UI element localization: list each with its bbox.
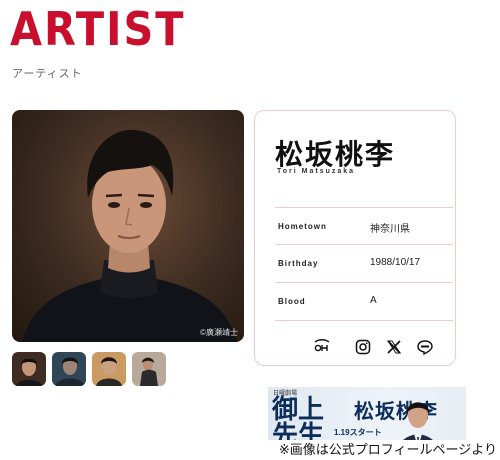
banner-date: 1.19スタート [334,428,382,437]
profile-row-hometown: Hometown 神奈川県 [275,207,453,245]
profile-row-blood: Blood A [275,283,453,321]
thumbnail-4[interactable] [132,352,166,386]
thumbnail-image [52,352,86,386]
instagram-icon[interactable] [355,339,371,355]
thumbnail-1[interactable] [12,352,46,386]
fanclub-icon[interactable] [313,339,330,355]
thumbnail-3[interactable] [92,352,126,386]
x-icon[interactable] [386,339,402,355]
row-value: A [370,295,377,306]
row-label: Blood [278,297,306,306]
thumbnail-image [132,352,166,386]
thumbnail-image [12,352,46,386]
page-title: ARTIST [10,2,186,56]
image-source-caption: ※画像は公式プロフィールページより [205,440,500,460]
profile-card: 松坂桃李 Tori Matsuzaka Hometown 神奈川県 Birthd… [254,110,456,366]
artist-name-en: Tori Matsuzaka [277,168,356,175]
portrait-illustration [22,129,237,342]
page-subtitle: アーティスト [12,68,83,80]
line-icon[interactable] [417,339,433,356]
photo-credit: ©廣瀬靖士 [200,328,238,337]
profile-row-birthday: Birthday 1988/10/17 [275,245,453,283]
artist-photo: ©廣瀬靖士 [12,110,244,342]
row-label: Hometown [278,222,327,231]
artist-name-jp: 松坂桃李 [275,138,396,171]
thumbnail-image [92,352,126,386]
row-label: Birthday [278,259,319,268]
row-value: 神奈川県 [370,224,410,235]
row-value: 1988/10/17 [370,257,421,268]
thumbnail-2[interactable] [52,352,86,386]
